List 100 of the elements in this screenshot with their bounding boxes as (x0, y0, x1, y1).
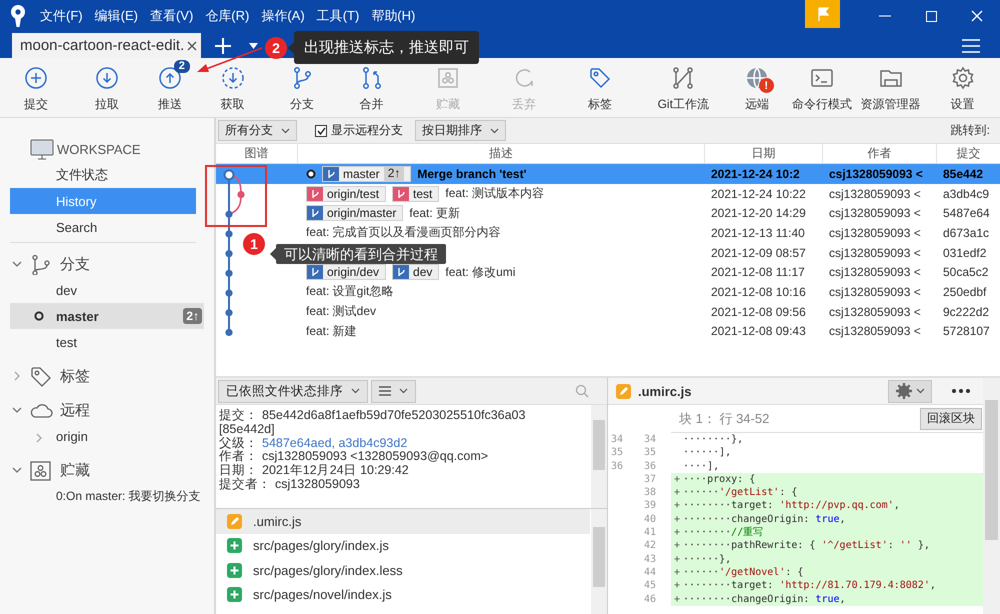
commit-row[interactable]: feat: 测试dev 2021-12-08 09:56 csj1328059093 < 9c222d2 (216, 302, 1000, 322)
step-number: 1 (243, 233, 265, 255)
repository-tab[interactable]: moon-cartoon-react-edit. (12, 33, 202, 58)
sort-dropdown[interactable]: 按日期排序 (415, 120, 506, 141)
line-number: 46 (643, 592, 658, 606)
chevron-right-icon (12, 371, 22, 381)
commit-author: csj1328059093 < (828, 246, 922, 260)
scrollbar[interactable] (983, 378, 1000, 614)
toolbar-button[interactable]: Git工作流 (656, 58, 711, 116)
column-header[interactable]: 日期 (705, 144, 823, 163)
commit-message: feat: 新建 (306, 322, 357, 340)
diff-marker: + (671, 552, 683, 566)
expand-toggle[interactable] (10, 259, 24, 269)
item-label: dev (56, 282, 77, 298)
commit-message: feat: 测试版本内容 (445, 185, 544, 202)
revert-hunk-button[interactable]: 回滚区块 (920, 408, 982, 430)
menu-item[interactable]: 查看(V) (144, 7, 200, 25)
column-header[interactable]: 提交 (937, 144, 1000, 163)
fetch-icon (220, 66, 244, 90)
sidebar-item[interactable]: 0:On master: 我要切换分支 (10, 483, 214, 509)
commit-row[interactable]: origin/test test feat: 测试版本内容 2021-12-24 10:22 csj1328059093 < a3db4c9 (216, 184, 1000, 204)
item-label: origin (56, 428, 88, 444)
branch-filter-dropdown[interactable]: 所有分支 (218, 120, 297, 141)
column-header[interactable]: 描述 (298, 144, 705, 163)
branch-tag[interactable]: origin/test (306, 186, 386, 202)
field-label: 父级： (219, 436, 258, 450)
commit-hash: 9c222d2 (942, 304, 990, 319)
line-number: 35 (610, 446, 624, 460)
toolbar-button[interactable]: 提交 (22, 58, 50, 116)
line-number: 42 (643, 539, 658, 553)
scrollbar[interactable] (591, 405, 607, 508)
diff-marker: + (671, 512, 683, 526)
field-value: 2021年12月24日 10:29:42 (262, 464, 409, 478)
file-row[interactable]: src/pages/glory/index.less (216, 558, 590, 582)
sidebar-item[interactable]: test (10, 329, 196, 355)
expand-toggle[interactable] (10, 465, 24, 475)
file-row[interactable]: src/pages/glory/index.js (216, 534, 590, 558)
branch-tag[interactable]: dev (392, 264, 440, 280)
commit-date: 2021-12-08 10:16 (710, 284, 807, 299)
parent-commit-link[interactable]: 5487e64aed, a3db4c93d2 (262, 436, 408, 450)
section-header: 标签 (60, 366, 90, 386)
diff-marker: + (671, 526, 683, 540)
commit-author: csj1328059093 < (828, 166, 924, 181)
field-label: 作者： (219, 450, 258, 464)
scrollbar[interactable] (591, 509, 607, 614)
toolbar-button[interactable]: 拉取 (92, 58, 121, 116)
sidebar-item[interactable]: 文件状态 (10, 162, 196, 188)
section-header: 远程 (60, 400, 90, 420)
expand-toggle[interactable] (10, 405, 24, 415)
menu-item[interactable]: 编辑(E) (88, 7, 144, 25)
toolbar-button[interactable]: 命令行模式 (790, 58, 854, 116)
file-row[interactable]: .umirc.js (216, 509, 590, 534)
settings-dropdown[interactable] (888, 380, 932, 402)
commit-hash: 031edf2 (942, 246, 988, 260)
sidebar-item[interactable]: origin (10, 423, 196, 449)
commit-row[interactable]: origin/master feat: 更新 2021-12-20 14:29 csj1328059093 < 5487e64 (216, 203, 1000, 224)
toolbar-button[interactable]: 获取 (218, 58, 246, 116)
commit-row[interactable]: master 2↑ Merge branch 'test' 2021-12-24 10:2 csj1328059093 < 85e442 (216, 164, 1000, 184)
step-number: 2 (265, 37, 287, 59)
menu-item[interactable]: 操作(A) (255, 7, 311, 25)
file-sort-dropdown[interactable]: 已依照文件状态排序 (218, 380, 368, 402)
menu-item[interactable]: 工具(T) (310, 7, 366, 25)
commit-date: 2021-12-08 09:43 (710, 324, 807, 338)
branch-tag[interactable]: origin/dev (306, 264, 386, 280)
commit-message: feat: 设置git忽略 (306, 283, 394, 300)
line-number: 34 (643, 433, 658, 446)
branch-name: origin/dev (327, 265, 380, 280)
toolbar-button[interactable]: ! 远端 (732, 58, 781, 116)
branch-name: dev (413, 265, 432, 280)
file-row[interactable]: src/pages/novel/index.js (216, 582, 590, 607)
sidebar-item[interactable]: dev (10, 277, 196, 303)
sidebar-item[interactable]: master 2↑ (10, 303, 204, 329)
alert-badge: ! (758, 78, 774, 93)
column-header[interactable]: 作者 (823, 144, 937, 163)
commit-row[interactable]: feat: 设置git忽略 2021-12-08 10:16 csj1328059093 < 250edbf (216, 282, 1000, 302)
commit-row[interactable]: origin/dev dev feat: 修改umi 2021-12-08 11:17 csj1328059093 < 50ca5c2 (216, 262, 1000, 282)
field-label: 提交： (219, 409, 258, 423)
highlight-frame (205, 165, 267, 227)
menu-item[interactable]: 仓库(R) (199, 7, 256, 25)
toolbar-button[interactable]: 资源管理器 (858, 58, 922, 116)
chevron-down-icon (12, 259, 22, 269)
toolbar-button[interactable]: 设置 (948, 58, 976, 116)
branch-tag[interactable]: master 2↑ (322, 166, 412, 182)
column-header[interactable]: 图谱 (216, 144, 298, 163)
file-path: src/pages/glory/index.less (253, 562, 403, 578)
view-mode-dropdown[interactable] (371, 380, 416, 402)
menu-item[interactable]: 文件(F) (34, 7, 89, 25)
commit-message: feat: 完成首页以及看漫画页部分内容 (306, 224, 501, 242)
show-remote-checkbox[interactable]: 显示远程分支 (309, 121, 409, 140)
branch-tag[interactable]: origin/master (306, 205, 404, 222)
toolbar-button[interactable]: 标签 (586, 58, 614, 116)
commit-row[interactable]: feat: 新建 2021-12-08 09:43 csj1328059093 < 5728107 (216, 322, 1000, 342)
commit-date: 2021-12-08 09:56 (710, 304, 807, 319)
toolbar-button[interactable]: 2 推送 (146, 58, 194, 116)
commit-message: feat: 测试dev (306, 303, 376, 320)
commit-author: csj1328059093 < (828, 186, 922, 201)
menu-item[interactable]: 帮助(H) (365, 7, 422, 25)
sidebar-item[interactable]: Search (10, 214, 196, 240)
commit-message: feat: 修改umi (445, 264, 516, 281)
branch-tag[interactable]: test (392, 186, 440, 202)
